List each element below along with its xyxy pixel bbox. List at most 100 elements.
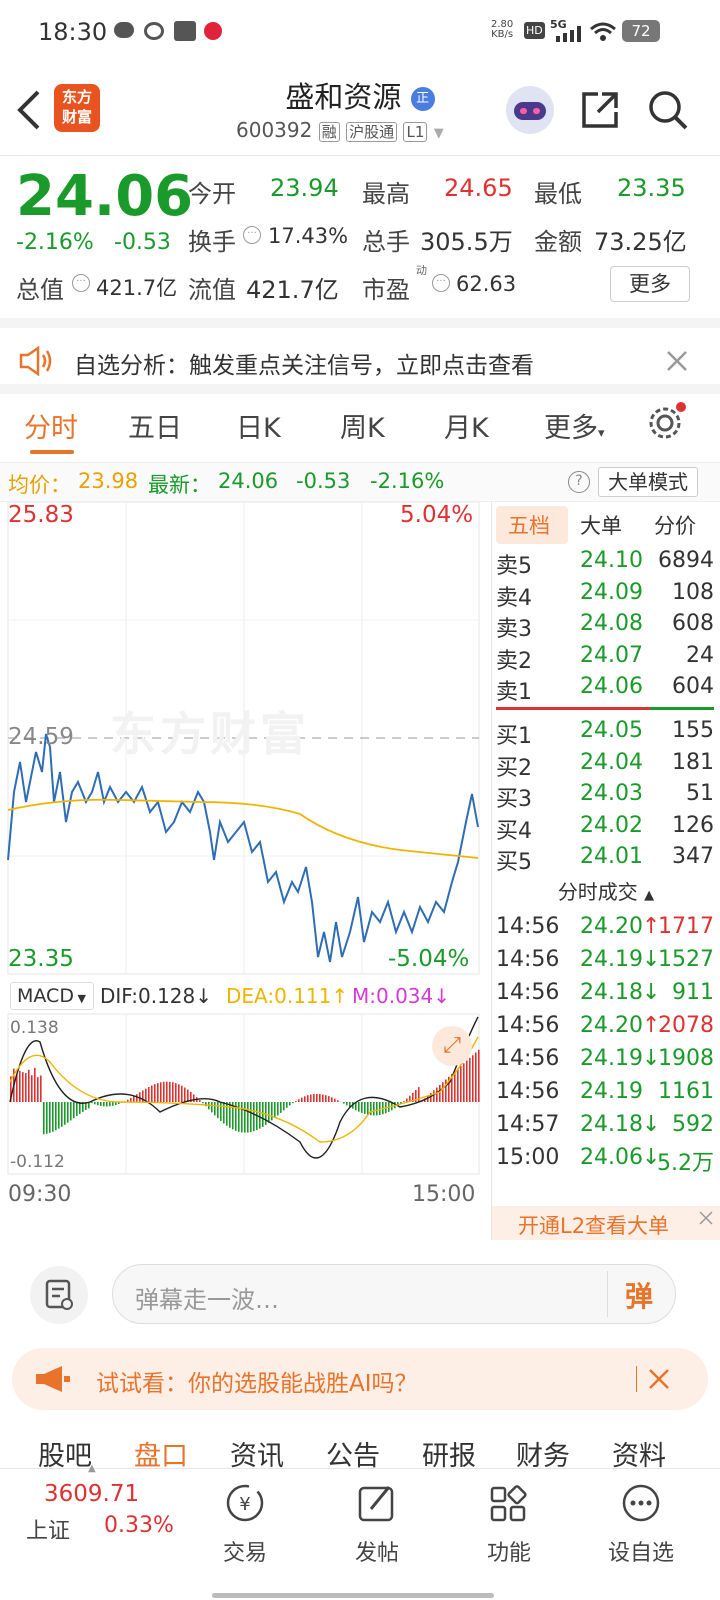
tab-5day[interactable]: 五日 [128,406,182,445]
macd-selector[interactable]: MACD ▼ [10,982,94,1010]
index-value[interactable]: 3609.71 [44,1481,139,1507]
tick-row[interactable]: 14:56 24.20 ↑ 2078 [496,1013,718,1045]
macd-bar [55,1102,57,1131]
tick-price: 24.20 [580,914,643,939]
info-icon[interactable]: ··· [72,274,90,292]
danmaku-send-button[interactable]: 弹 [625,1275,653,1315]
tab-intraday[interactable]: 分时 [24,406,78,445]
book-tab-5level[interactable]: 五档 [508,510,550,540]
tick-row[interactable]: 14:56 24.19 ↓ 1908 [496,1046,718,1078]
macd-bar [277,1102,279,1116]
ask-row[interactable]: 卖3 24.08 608 [496,611,718,643]
bid-price: 24.05 [580,718,643,743]
macd-bar [46,1102,48,1134]
big-order-mode-button[interactable]: 大单模式 [598,467,698,497]
macd-bar [103,1102,105,1107]
ask-row[interactable]: 卖4 24.09 108 [496,580,718,612]
nav-post[interactable]: 发帖 [322,1481,432,1567]
tick-row[interactable]: 15:00 24.06 ↓ 5.2万 [496,1145,718,1177]
tick-row[interactable]: 14:57 24.18 ↓ 592 [496,1112,718,1144]
macd-bar [361,1102,363,1113]
macd-bar [418,1087,420,1102]
dropdown-icon[interactable]: ▼ [434,126,444,141]
book-tab-big-order[interactable]: 大单 [580,510,622,540]
macd-bar [439,1084,441,1102]
nav-trade[interactable]: ¥ 交易 [190,1481,300,1567]
tick-row[interactable]: 14:56 24.18 ↓ 911 [496,980,718,1012]
tick-time: 14:57 [496,1112,560,1137]
tick-volume: 1161 [658,1079,714,1104]
macd-bar [469,1057,471,1102]
tab-daily-k[interactable]: 日K [236,406,281,445]
watermark: 东方财富 [110,707,310,761]
home-indicator[interactable] [212,1593,494,1598]
info-icon[interactable]: ··· [243,226,261,244]
macd-bar [76,1102,78,1117]
macd-bar [109,1102,111,1107]
tick-row[interactable]: 14:56 24.19 1161 [496,1079,718,1111]
danmaku-settings-icon[interactable] [30,1266,88,1324]
bid-row[interactable]: 买3 24.03 51 [496,781,718,813]
macd-bar [319,1094,321,1102]
ask-label: 卖3 [496,617,532,642]
ask-row[interactable]: 卖5 24.10 6894 [496,548,718,580]
intraday-chart[interactable]: 东方财富 25.83 5.04% 24.59 23.35 -5.04% MACD… [0,502,490,1242]
l2-banner[interactable]: 开通L2查看大单 [492,1206,720,1240]
stock-name: 盛和资源 [285,80,402,114]
y-bottom-pct-label: -5.04% [388,946,470,972]
book-tab-price-dist[interactable]: 分价 [654,510,696,540]
net-speed: 2.80 KB/s [491,19,514,40]
macd-bar [463,1063,465,1102]
gear-icon[interactable] [646,402,686,442]
macd-bar [133,1096,135,1102]
tick-volume: 592 [672,1112,714,1137]
macd-bar [166,1081,168,1102]
bid-row[interactable]: 买4 24.02 126 [496,813,718,845]
ask-row[interactable]: 卖2 24.07 24 [496,643,718,675]
volume-value: 305.5万 [420,228,513,256]
share-icon[interactable] [578,88,622,132]
tab-monthly-k[interactable]: 月K [444,406,489,445]
tab-weekly-k[interactable]: 周K [340,406,385,445]
promo-banner[interactable]: 试试看：你的选股能战胜AI吗？ [12,1348,708,1410]
nav-functions[interactable]: 功能 [454,1481,564,1567]
bid-row[interactable]: 买2 24.04 181 [496,750,718,782]
macd-bar [334,1098,336,1102]
collapse-icon[interactable]: ▲ [88,1463,96,1474]
ai-robot-icon[interactable] [506,86,554,134]
tick-row[interactable]: 14:56 24.20 ↑ 1717 [496,914,718,946]
close-icon[interactable] [698,1210,714,1226]
tab-more[interactable]: 更多▾ [544,406,605,445]
ask-row[interactable]: 卖1 24.06 604 [496,674,718,706]
index-name[interactable]: 上证 [26,1513,70,1545]
macd-bar [325,1095,327,1102]
macd-bar [151,1085,153,1102]
ask-volume: 604 [672,674,714,699]
macd-bar [271,1102,273,1121]
level-tag[interactable]: L1 [403,122,428,142]
more-button[interactable]: 更多 [610,266,690,302]
analysis-banner[interactable]: 自选分析：触发重点关注信号，立即点击查看 [0,318,720,394]
tick-time: 14:56 [496,1079,560,1104]
chart-canvas[interactable] [0,502,490,1242]
tick-time: 14:56 [496,980,560,1005]
macd-bar [445,1079,447,1102]
expand-icon[interactable]: ⤢ [432,1026,472,1066]
info-icon[interactable]: ··· [432,274,450,292]
macd-bar [181,1085,183,1102]
tick-row[interactable]: 14:56 24.19 ↓ 1527 [496,947,718,979]
nav-add-watchlist[interactable]: 设自选 [586,1481,696,1567]
tick-direction: ↓ [642,1112,661,1137]
help-icon[interactable]: ? [568,471,590,493]
close-icon[interactable] [648,1368,670,1390]
macd-bar [178,1084,180,1102]
bid-row[interactable]: 买1 24.05 155 [496,718,718,750]
danmaku-input[interactable]: 弹幕走一波… 弹 [112,1264,676,1324]
ask-price: 24.09 [580,579,643,605]
ask-volume: 108 [672,579,714,605]
bid-row[interactable]: 买5 24.01 347 [496,844,718,876]
macd-bar [25,1073,27,1102]
search-icon[interactable] [646,88,690,132]
index-pct[interactable]: 0.33% [104,1513,174,1538]
close-icon[interactable] [666,350,688,372]
